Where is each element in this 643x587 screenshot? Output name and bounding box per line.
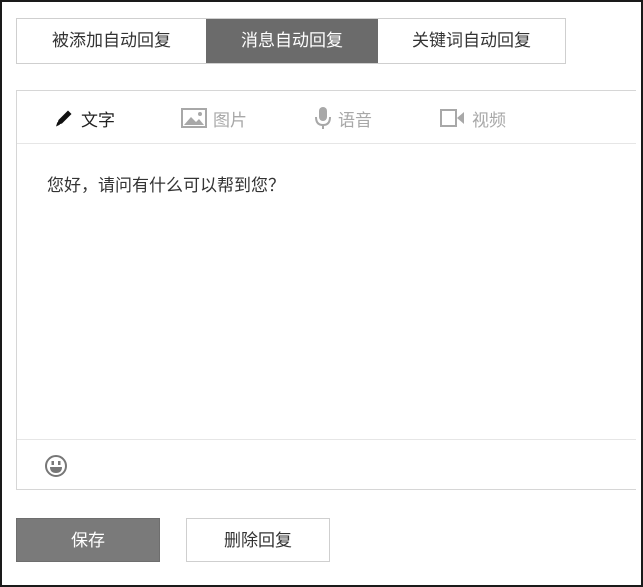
emoji-bar [17,439,636,490]
media-type-toolbar: 文字 图片 语音 视频 [17,91,636,144]
save-button[interactable]: 保存 [16,518,160,562]
image-icon [181,108,207,128]
tool-voice[interactable]: 语音 [314,106,372,131]
tool-image[interactable]: 图片 [181,106,247,131]
tool-image-label: 图片 [213,110,247,131]
auto-reply-window: 被添加自动回复 消息自动回复 关键词自动回复 文字 图片 语音 视频 您好，请问… [0,0,643,587]
tab-message-auto-reply[interactable]: 消息自动回复 [206,19,378,63]
tab-keyword-auto-reply[interactable]: 关键词自动回复 [378,19,565,63]
tool-video[interactable]: 视频 [440,106,506,131]
reply-content-text[interactable]: 您好，请问有什么可以帮到您？ [47,171,285,196]
tool-video-label: 视频 [472,110,506,131]
tab-added-auto-reply[interactable]: 被添加自动回复 [17,19,206,63]
video-camera-icon [440,109,466,127]
tool-text-label: 文字 [81,110,115,131]
reply-editor: 文字 图片 语音 视频 您好，请问有什么可以帮到您？ [16,90,636,490]
smiley-icon[interactable] [44,454,68,478]
tool-text[interactable]: 文字 [53,106,115,131]
tool-voice-label: 语音 [338,110,372,131]
reply-type-tabs: 被添加自动回复 消息自动回复 关键词自动回复 [16,18,566,64]
microphone-icon [314,106,332,130]
delete-reply-button[interactable]: 删除回复 [186,518,330,562]
pencil-icon [53,107,75,129]
